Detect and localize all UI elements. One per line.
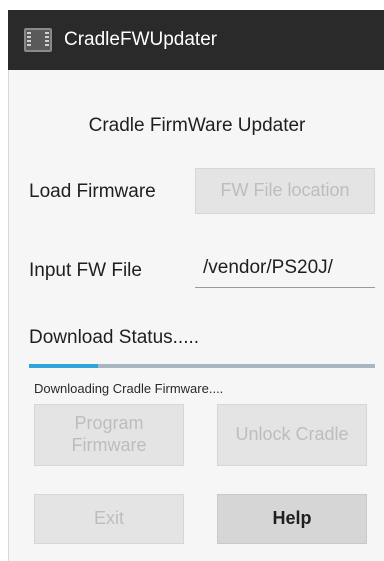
help-button[interactable]: Help <box>217 494 367 544</box>
program-firmware-button[interactable]: Program Firmware <box>34 404 184 466</box>
page-heading: Cradle FirmWare Updater <box>88 115 306 136</box>
fw-file-location-button[interactable]: FW File location <box>195 168 375 214</box>
load-firmware-label: Load Firmware <box>29 181 156 202</box>
input-fw-file-label: Input FW File <box>29 260 142 281</box>
input-fw-file-field[interactable]: /vendor/PS20J/ <box>195 248 375 288</box>
download-status-message: Downloading Cradle Firmware.... <box>34 381 224 396</box>
exit-button[interactable]: Exit <box>34 494 184 544</box>
chip-icon <box>24 28 52 52</box>
title-bar: CradleFWUpdater <box>8 10 384 70</box>
download-status-label: Download Status..... <box>29 327 200 348</box>
download-progress-bar <box>29 364 375 368</box>
unlock-cradle-button[interactable]: Unlock Cradle <box>217 404 367 466</box>
download-progress-fill <box>29 364 99 368</box>
main-panel: Cradle FirmWare Updater Load Firmware FW… <box>8 70 384 561</box>
app-title: CradleFWUpdater <box>64 29 218 50</box>
